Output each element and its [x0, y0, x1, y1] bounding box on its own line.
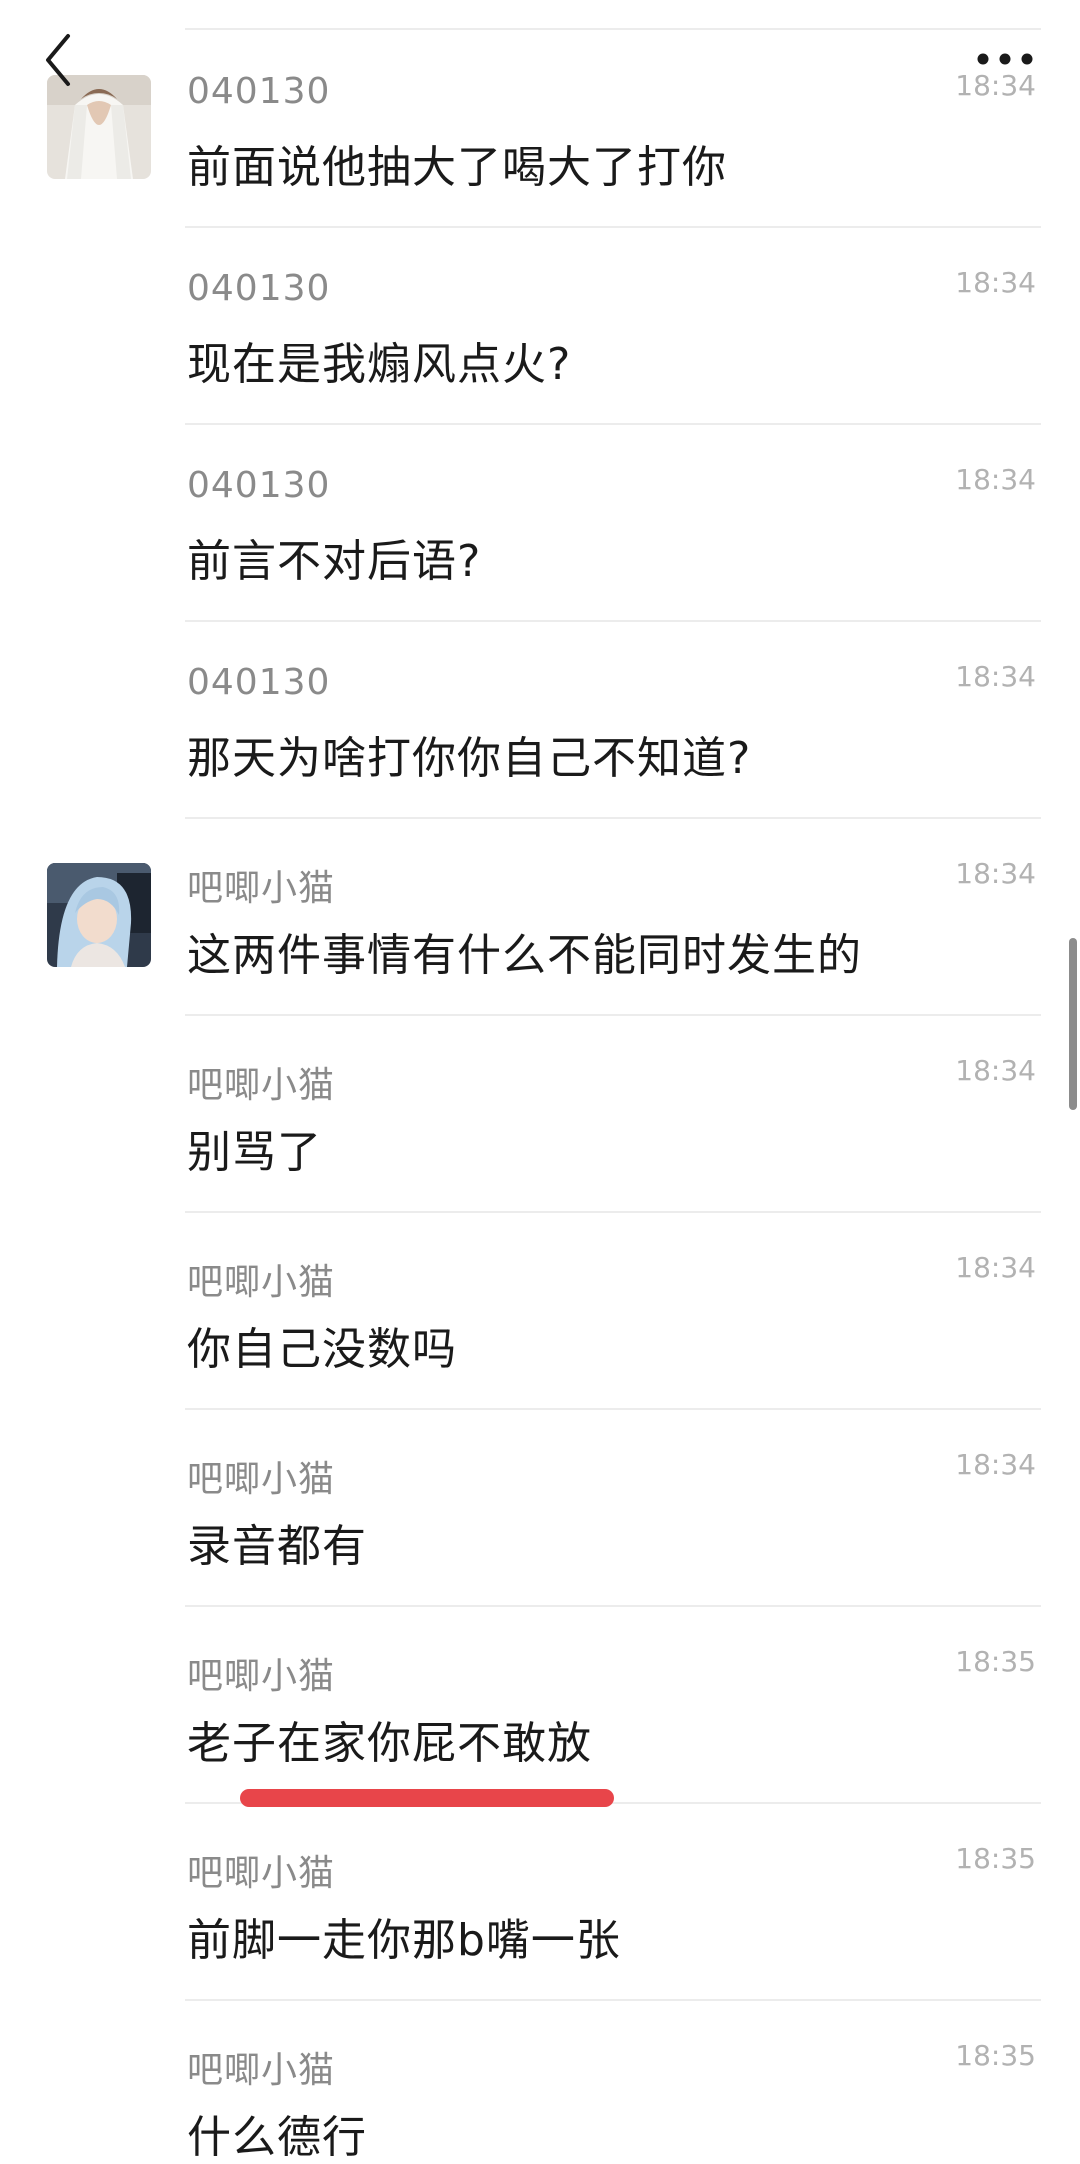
message-text: 别骂了: [187, 1127, 322, 1178]
avatar-blue-hair-image: [47, 863, 151, 967]
message-text: 你自己没数吗: [187, 1324, 457, 1375]
message-time: 18:35: [955, 1842, 1036, 1875]
back-button[interactable]: [40, 30, 80, 90]
sender-name: 吧唧小猫: [187, 1853, 336, 1894]
message-text: 现在是我煽风点火?: [187, 339, 572, 390]
message-item[interactable]: 吧唧小猫 18:34 别骂了: [0, 1016, 1080, 1213]
message-time: 18:34: [955, 463, 1036, 496]
message-time: 18:34: [955, 1251, 1036, 1284]
message-item[interactable]: 吧唧小猫 18:34 录音都有: [0, 1410, 1080, 1607]
message-time: 18:34: [955, 1054, 1036, 1087]
message-time: 18:35: [955, 1645, 1036, 1678]
message-text: 前脚一走你那b嘴一张: [187, 1915, 621, 1966]
message-time: 18:34: [955, 857, 1036, 890]
more-dots-icon: [977, 53, 1033, 65]
message-text: 这两件事情有什么不能同时发生的: [187, 930, 862, 981]
message-item[interactable]: 040130 18:34 那天为啥打你你自己不知道?: [0, 622, 1080, 819]
sender-name: 040130: [187, 268, 331, 309]
sender-name: 040130: [187, 662, 331, 703]
avatar[interactable]: [47, 863, 151, 967]
message-text: 前面说他抽大了喝大了打你: [187, 142, 727, 193]
highlight-underline: [240, 1789, 614, 1807]
message-time: 18:35: [955, 2039, 1036, 2072]
sender-name: 吧唧小猫: [187, 2050, 336, 2091]
sender-name: 040130: [187, 71, 331, 112]
message-item[interactable]: 040130 18:34 前言不对后语?: [0, 425, 1080, 622]
message-item[interactable]: 040130 18:34 前面说他抽大了喝大了打你: [0, 31, 1080, 228]
message-text: 那天为啥打你你自己不知道?: [187, 733, 752, 784]
avatar-white-dress-image: [47, 75, 151, 179]
sender-name: 吧唧小猫: [187, 868, 336, 909]
top-divider: [185, 28, 1041, 30]
message-time: 18:34: [955, 1448, 1036, 1481]
message-item[interactable]: 吧唧小猫 18:35 什么德行: [0, 2001, 1080, 2164]
message-item[interactable]: 吧唧小猫 18:34 这两件事情有什么不能同时发生的: [0, 819, 1080, 1016]
message-text: 录音都有: [187, 1521, 367, 1572]
more-button[interactable]: [975, 44, 1035, 74]
sender-name: 040130: [187, 465, 331, 506]
message-text: 什么德行: [187, 2112, 367, 2163]
message-text: 前言不对后语?: [187, 536, 482, 587]
scrollbar[interactable]: [1069, 938, 1077, 1110]
message-item[interactable]: 吧唧小猫 18:35 前脚一走你那b嘴一张: [0, 1804, 1080, 2001]
message-item[interactable]: 吧唧小猫 18:34 你自己没数吗: [0, 1213, 1080, 1410]
sender-name: 吧唧小猫: [187, 1065, 336, 1106]
sender-name: 吧唧小猫: [187, 1262, 336, 1303]
sender-name: 吧唧小猫: [187, 1459, 336, 1500]
message-text: 老子在家你屁不敢放: [187, 1718, 592, 1769]
message-item[interactable]: 040130 18:34 现在是我煽风点火?: [0, 228, 1080, 425]
message-item[interactable]: 吧唧小猫 18:35 老子在家你屁不敢放: [0, 1607, 1080, 1804]
chevron-left-icon: [46, 34, 70, 86]
message-time: 18:34: [955, 660, 1036, 693]
chat-history-screen: 040130 18:34 前面说他抽大了喝大了打你 040130 18:34 现…: [0, 0, 1080, 2164]
avatar[interactable]: [47, 75, 151, 179]
sender-name: 吧唧小猫: [187, 1656, 336, 1697]
message-time: 18:34: [955, 266, 1036, 299]
